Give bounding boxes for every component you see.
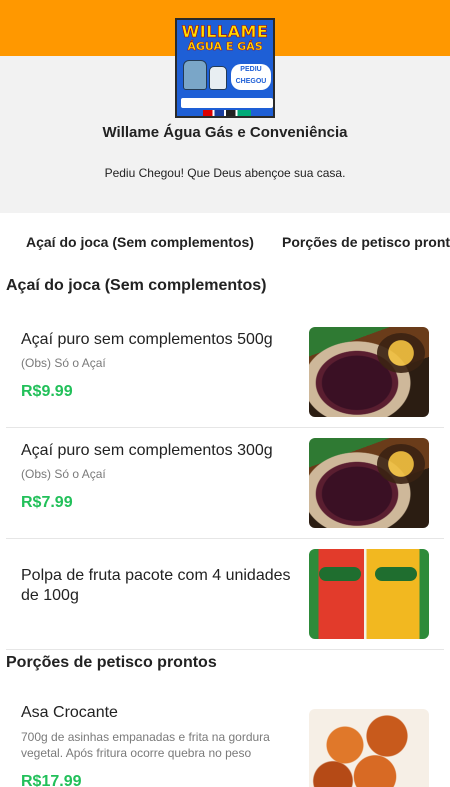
product-description: 700g de asinhas empanadas e frita na gor… (21, 730, 270, 760)
acai-cup-image (309, 327, 429, 417)
store-tagline: Pediu Chegou! Que Deus abençoe sua casa. (104, 166, 346, 180)
section-title-acai: Açaí do joca (Sem complementos) (6, 277, 267, 294)
tab-acai[interactable]: Açaí do joca (Sem complementos) (26, 234, 254, 250)
product-description: (Obs) Só o Açaí (21, 356, 106, 370)
product-description: (Obs) Só o Açaí (21, 467, 106, 481)
chicken-wings-image (309, 709, 429, 787)
gas-cylinder-icon (183, 60, 207, 90)
product-price: R$17.99 (21, 773, 82, 787)
product-name: Açaí puro sem complementos 300g (21, 442, 273, 459)
product-card[interactable]: Açaí puro sem complementos 300g (Obs) Só… (6, 428, 444, 539)
category-tabs: Açaí do joca (Sem complementos) Porções … (0, 213, 450, 271)
logo-phone-strip (181, 98, 273, 108)
logo-line-2: ÁGUA E GÁS (187, 40, 263, 53)
fruit-pulp-image (309, 549, 429, 639)
product-card[interactable]: Polpa de fruta pacote com 4 unidades de … (6, 539, 444, 650)
product-name: Polpa de fruta pacote com 4 unidades de … (21, 567, 291, 604)
product-card[interactable]: Açaí puro sem complementos 500g (Obs) Só… (6, 317, 444, 428)
product-price: R$9.99 (21, 383, 73, 400)
product-name: Açaí puro sem complementos 500g (21, 331, 273, 348)
product-card[interactable]: Asa Crocante 700g de asinhas empanadas e… (6, 693, 444, 787)
logo-badge: PEDIU CHEGOU (231, 64, 271, 90)
section-title-porcoes: Porções de petisco prontos (6, 654, 217, 671)
product-price: R$7.99 (21, 494, 73, 511)
store-name: Willame Água Gás e Conveniência (102, 124, 348, 141)
acai-cup-image (309, 438, 429, 528)
payment-cards-icon (203, 110, 251, 116)
logo-line-1: WILLAME (181, 22, 269, 42)
product-name: Asa Crocante (21, 704, 118, 721)
water-jug-icon (209, 66, 227, 90)
store-logo: WILLAME ÁGUA E GÁS PEDIU CHEGOU (175, 18, 275, 118)
logo-badge-text: PEDIU CHEGOU (235, 66, 267, 85)
tab-porcoes[interactable]: Porções de petisco prontos (282, 234, 450, 250)
